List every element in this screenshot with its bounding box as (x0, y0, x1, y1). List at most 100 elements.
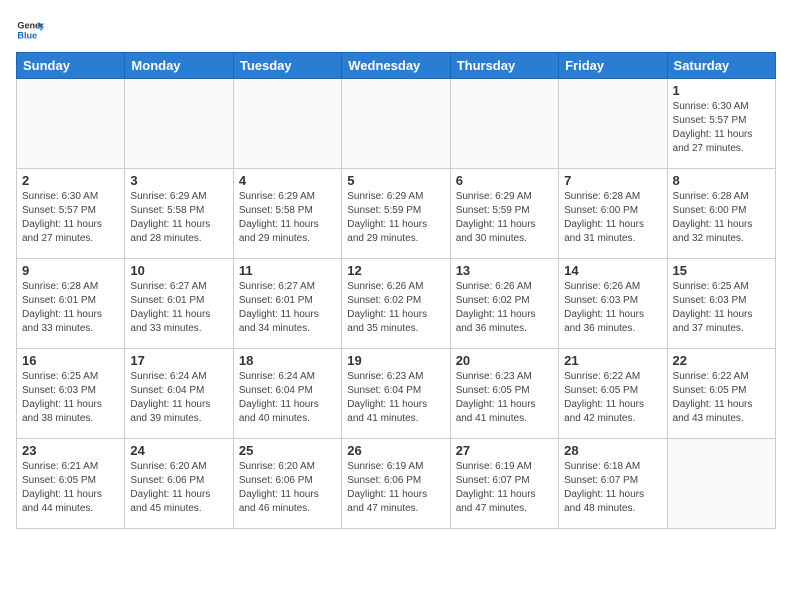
logo: General Blue (16, 16, 46, 44)
day-number: 9 (22, 263, 119, 278)
calendar-cell (17, 79, 125, 169)
day-number: 15 (673, 263, 770, 278)
day-header-sunday: Sunday (17, 53, 125, 79)
day-number: 12 (347, 263, 444, 278)
day-number: 25 (239, 443, 336, 458)
day-number: 28 (564, 443, 661, 458)
day-info: Sunrise: 6:28 AM Sunset: 6:00 PM Dayligh… (564, 190, 661, 246)
day-number: 17 (130, 353, 227, 368)
day-info: Sunrise: 6:20 AM Sunset: 6:06 PM Dayligh… (239, 460, 336, 516)
day-info: Sunrise: 6:23 AM Sunset: 6:05 PM Dayligh… (456, 370, 553, 426)
calendar-cell: 21 Sunrise: 6:22 AM Sunset: 6:05 PM Dayli… (559, 349, 667, 439)
calendar-cell: 19 Sunrise: 6:23 AM Sunset: 6:04 PM Dayli… (342, 349, 450, 439)
day-number: 1 (673, 83, 770, 98)
day-info: Sunrise: 6:28 AM Sunset: 6:01 PM Dayligh… (22, 280, 119, 336)
week-row-1: 1Sunrise: 6:30 AM Sunset: 5:57 PM Daylig… (17, 79, 776, 169)
day-info: Sunrise: 6:21 AM Sunset: 6:05 PM Dayligh… (22, 460, 119, 516)
day-number: 24 (130, 443, 227, 458)
day-header-thursday: Thursday (450, 53, 558, 79)
day-number: 18 (239, 353, 336, 368)
day-info: Sunrise: 6:23 AM Sunset: 6:04 PM Dayligh… (347, 370, 444, 426)
day-info: Sunrise: 6:19 AM Sunset: 6:06 PM Dayligh… (347, 460, 444, 516)
day-number: 16 (22, 353, 119, 368)
day-header-wednesday: Wednesday (342, 53, 450, 79)
week-row-3: 9 Sunrise: 6:28 AM Sunset: 6:01 PM Daylig… (17, 259, 776, 349)
calendar-cell: 9 Sunrise: 6:28 AM Sunset: 6:01 PM Daylig… (17, 259, 125, 349)
calendar-cell (342, 79, 450, 169)
calendar-cell: 25 Sunrise: 6:20 AM Sunset: 6:06 PM Dayli… (233, 439, 341, 529)
day-info: Sunrise: 6:29 AM Sunset: 5:59 PM Dayligh… (347, 190, 444, 246)
day-info: Sunrise: 6:22 AM Sunset: 6:05 PM Dayligh… (673, 370, 770, 426)
day-number: 13 (456, 263, 553, 278)
day-info: Sunrise: 6:27 AM Sunset: 6:01 PM Dayligh… (130, 280, 227, 336)
day-number: 8 (673, 173, 770, 188)
calendar-cell: 3 Sunrise: 6:29 AM Sunset: 5:58 PM Daylig… (125, 169, 233, 259)
day-info: Sunrise: 6:24 AM Sunset: 6:04 PM Dayligh… (239, 370, 336, 426)
day-number: 10 (130, 263, 227, 278)
calendar-cell: 11 Sunrise: 6:27 AM Sunset: 6:01 PM Dayli… (233, 259, 341, 349)
calendar-cell: 7 Sunrise: 6:28 AM Sunset: 6:00 PM Daylig… (559, 169, 667, 259)
calendar-cell: 10 Sunrise: 6:27 AM Sunset: 6:01 PM Dayli… (125, 259, 233, 349)
calendar-cell: 4 Sunrise: 6:29 AM Sunset: 5:58 PM Daylig… (233, 169, 341, 259)
day-header-monday: Monday (125, 53, 233, 79)
calendar-cell: 2 Sunrise: 6:30 AM Sunset: 5:57 PM Daylig… (17, 169, 125, 259)
week-row-4: 16Sunrise: 6:25 AM Sunset: 6:03 PM Dayli… (17, 349, 776, 439)
calendar-cell: 1Sunrise: 6:30 AM Sunset: 5:57 PM Daylig… (667, 79, 775, 169)
day-info: Sunrise: 6:28 AM Sunset: 6:00 PM Dayligh… (673, 190, 770, 246)
days-header-row: SundayMondayTuesdayWednesdayThursdayFrid… (17, 53, 776, 79)
day-info: Sunrise: 6:26 AM Sunset: 6:02 PM Dayligh… (347, 280, 444, 336)
calendar-cell: 18 Sunrise: 6:24 AM Sunset: 6:04 PM Dayli… (233, 349, 341, 439)
week-row-2: 2 Sunrise: 6:30 AM Sunset: 5:57 PM Daylig… (17, 169, 776, 259)
calendar-cell (450, 79, 558, 169)
calendar-cell: 28 Sunrise: 6:18 AM Sunset: 6:07 PM Dayli… (559, 439, 667, 529)
day-info: Sunrise: 6:26 AM Sunset: 6:02 PM Dayligh… (456, 280, 553, 336)
calendar-cell: 20Sunrise: 6:23 AM Sunset: 6:05 PM Dayli… (450, 349, 558, 439)
day-info: Sunrise: 6:22 AM Sunset: 6:05 PM Dayligh… (564, 370, 661, 426)
day-number: 3 (130, 173, 227, 188)
page-header: General Blue (16, 16, 776, 44)
calendar-cell: 15 Sunrise: 6:25 AM Sunset: 6:03 PM Dayli… (667, 259, 775, 349)
calendar-cell: 14 Sunrise: 6:26 AM Sunset: 6:03 PM Dayli… (559, 259, 667, 349)
calendar-cell: 6 Sunrise: 6:29 AM Sunset: 5:59 PM Daylig… (450, 169, 558, 259)
calendar-cell: 8 Sunrise: 6:28 AM Sunset: 6:00 PM Daylig… (667, 169, 775, 259)
calendar-cell: 17 Sunrise: 6:24 AM Sunset: 6:04 PM Dayli… (125, 349, 233, 439)
calendar-cell: 5Sunrise: 6:29 AM Sunset: 5:59 PM Daylig… (342, 169, 450, 259)
day-info: Sunrise: 6:20 AM Sunset: 6:06 PM Dayligh… (130, 460, 227, 516)
calendar-cell: 27 Sunrise: 6:19 AM Sunset: 6:07 PM Dayli… (450, 439, 558, 529)
day-number: 4 (239, 173, 336, 188)
calendar-cell: 13 Sunrise: 6:26 AM Sunset: 6:02 PM Dayli… (450, 259, 558, 349)
day-info: Sunrise: 6:29 AM Sunset: 5:58 PM Dayligh… (130, 190, 227, 246)
day-info: Sunrise: 6:19 AM Sunset: 6:07 PM Dayligh… (456, 460, 553, 516)
calendar-cell: 16Sunrise: 6:25 AM Sunset: 6:03 PM Dayli… (17, 349, 125, 439)
day-header-friday: Friday (559, 53, 667, 79)
day-info: Sunrise: 6:26 AM Sunset: 6:03 PM Dayligh… (564, 280, 661, 336)
day-number: 21 (564, 353, 661, 368)
day-number: 19 (347, 353, 444, 368)
calendar-cell: 12 Sunrise: 6:26 AM Sunset: 6:02 PM Dayli… (342, 259, 450, 349)
day-header-tuesday: Tuesday (233, 53, 341, 79)
calendar-cell: 22 Sunrise: 6:22 AM Sunset: 6:05 PM Dayli… (667, 349, 775, 439)
day-info: Sunrise: 6:18 AM Sunset: 6:07 PM Dayligh… (564, 460, 661, 516)
day-info: Sunrise: 6:29 AM Sunset: 5:59 PM Dayligh… (456, 190, 553, 246)
calendar-cell: 24 Sunrise: 6:20 AM Sunset: 6:06 PM Dayli… (125, 439, 233, 529)
day-info: Sunrise: 6:29 AM Sunset: 5:58 PM Dayligh… (239, 190, 336, 246)
calendar-cell: 26Sunrise: 6:19 AM Sunset: 6:06 PM Dayli… (342, 439, 450, 529)
day-info: Sunrise: 6:25 AM Sunset: 6:03 PM Dayligh… (673, 280, 770, 336)
day-info: Sunrise: 6:24 AM Sunset: 6:04 PM Dayligh… (130, 370, 227, 426)
day-info: Sunrise: 6:27 AM Sunset: 6:01 PM Dayligh… (239, 280, 336, 336)
calendar-cell (667, 439, 775, 529)
week-row-5: 23 Sunrise: 6:21 AM Sunset: 6:05 PM Dayli… (17, 439, 776, 529)
day-number: 11 (239, 263, 336, 278)
day-number: 6 (456, 173, 553, 188)
day-number: 2 (22, 173, 119, 188)
day-number: 7 (564, 173, 661, 188)
day-number: 23 (22, 443, 119, 458)
logo-icon: General Blue (16, 16, 44, 44)
day-number: 22 (673, 353, 770, 368)
calendar-cell: 23 Sunrise: 6:21 AM Sunset: 6:05 PM Dayli… (17, 439, 125, 529)
day-info: Sunrise: 6:30 AM Sunset: 5:57 PM Dayligh… (22, 190, 119, 246)
day-header-saturday: Saturday (667, 53, 775, 79)
day-number: 27 (456, 443, 553, 458)
day-number: 14 (564, 263, 661, 278)
calendar-cell (125, 79, 233, 169)
